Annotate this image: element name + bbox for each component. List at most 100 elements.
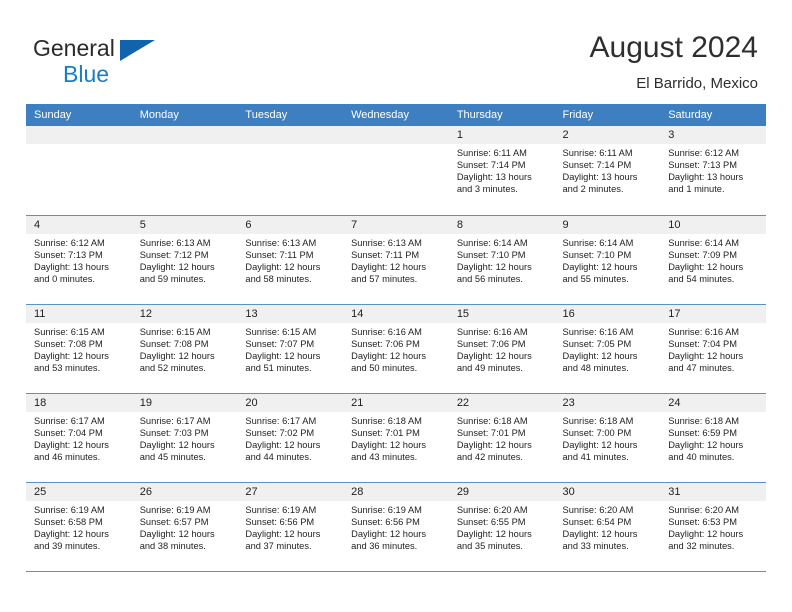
calendar-day-cell[interactable]: 19 Sunrise: 6:17 AM Sunset: 7:03 PM Dayligh… <box>131 393 238 483</box>
day-number: 20 <box>237 393 344 412</box>
daylight-text-line1: Daylight: 12 hours <box>245 261 321 272</box>
sunrise-text: Sunrise: 6:20 AM <box>668 504 740 515</box>
calendar-day-cell[interactable]: 15 Sunrise: 6:16 AM Sunset: 7:06 PM Dayligh… <box>448 304 555 394</box>
daylight-text-line2: and 47 minutes. <box>668 362 735 373</box>
day-sun-info: Sunrise: 6:16 AM Sunset: 7:06 PM Daylight:… <box>449 323 555 374</box>
sunset-text: Sunset: 7:12 PM <box>139 249 209 260</box>
calendar-day-cell[interactable]: 31 Sunrise: 6:20 AM Sunset: 6:53 PM Dayligh… <box>660 482 766 572</box>
calendar-day-cell[interactable]: 22 Sunrise: 6:18 AM Sunset: 7:01 PM Dayligh… <box>448 393 555 483</box>
daylight-text-line1: Daylight: 12 hours <box>139 439 215 450</box>
calendar-day-cell[interactable]: 24 Sunrise: 6:18 AM Sunset: 6:59 PM Dayligh… <box>660 393 766 483</box>
calendar-day-cell[interactable]: 26 Sunrise: 6:19 AM Sunset: 6:57 PM Dayligh… <box>131 482 238 572</box>
day-sun-info: Sunrise: 6:19 AM Sunset: 6:56 PM Daylight:… <box>343 501 449 552</box>
daylight-text-line1: Daylight: 12 hours <box>139 350 215 361</box>
logo-line-two: Blue <box>33 60 263 88</box>
calendar-header-row: Sunday Monday Tuesday Wednesday Thursday… <box>26 104 766 126</box>
sunset-text: Sunset: 6:56 PM <box>245 516 315 527</box>
page-subtitle: El Barrido, Mexico <box>636 75 758 92</box>
calendar-table: Sunday Monday Tuesday Wednesday Thursday… <box>26 104 766 572</box>
day-number <box>343 126 449 144</box>
calendar-day-cell[interactable]: 11 Sunrise: 6:15 AM Sunset: 7:08 PM Dayligh… <box>26 304 132 394</box>
day-number: 2 <box>554 126 661 144</box>
sunset-text: Sunset: 7:08 PM <box>139 338 209 349</box>
daylight-text-line2: and 48 minutes. <box>562 362 629 373</box>
calendar-day-cell[interactable]: 27 Sunrise: 6:19 AM Sunset: 6:56 PM Dayligh… <box>237 482 344 572</box>
daylight-text-line2: and 43 minutes. <box>351 451 418 462</box>
calendar-day-cell[interactable]: 21 Sunrise: 6:18 AM Sunset: 7:01 PM Dayligh… <box>343 393 449 483</box>
daylight-text-line2: and 35 minutes. <box>456 540 523 551</box>
sunrise-text: Sunrise: 6:16 AM <box>351 326 422 337</box>
daylight-text-line2: and 59 minutes. <box>139 273 206 284</box>
calendar-day-cell[interactable]: 13 Sunrise: 6:15 AM Sunset: 7:07 PM Dayligh… <box>237 304 344 394</box>
sunrise-text: Sunrise: 6:12 AM <box>668 148 740 158</box>
logo-word-blue: Blue <box>63 61 110 87</box>
day-number: 17 <box>660 304 766 323</box>
calendar-day-cell[interactable]: 20 Sunrise: 6:17 AM Sunset: 7:02 PM Dayligh… <box>237 393 344 483</box>
daylight-text-line2: and 58 minutes. <box>245 273 312 284</box>
calendar-day-cell[interactable]: 10 Sunrise: 6:14 AM Sunset: 7:09 PM Dayligh… <box>660 215 766 305</box>
calendar-day-cell[interactable]: 7 Sunrise: 6:13 AM Sunset: 7:11 PM Daylight… <box>343 215 449 305</box>
day-number: 11 <box>26 304 132 323</box>
daylight-text-line1: Daylight: 12 hours <box>562 261 638 272</box>
day-number: 14 <box>343 304 449 323</box>
day-sun-info: Sunrise: 6:15 AM Sunset: 7:07 PM Daylight:… <box>237 323 343 374</box>
daylight-text-line1: Daylight: 12 hours <box>668 439 744 450</box>
daylight-text-line1: Daylight: 12 hours <box>456 350 532 361</box>
weekday-header-monday: Monday <box>131 104 238 126</box>
calendar-day-cell[interactable]: 29 Sunrise: 6:20 AM Sunset: 6:55 PM Dayligh… <box>448 482 555 572</box>
daylight-text-line2: and 42 minutes. <box>456 451 523 462</box>
daylight-text-line2: and 52 minutes. <box>139 362 206 373</box>
calendar-day-cell[interactable]: 12 Sunrise: 6:15 AM Sunset: 7:08 PM Dayligh… <box>131 304 238 394</box>
calendar-day-cell[interactable]: 5 Sunrise: 6:13 AM Sunset: 7:12 PM Daylight… <box>131 215 238 305</box>
calendar-day-cell[interactable]: 1 Sunrise: 6:11 AM Sunset: 7:14 PM Daylight… <box>448 126 555 216</box>
calendar-day-cell[interactable]: 25 Sunrise: 6:19 AM Sunset: 6:58 PM Dayligh… <box>26 482 132 572</box>
sunset-text: Sunset: 7:13 PM <box>668 160 737 171</box>
calendar-week-row: 4 Sunrise: 6:12 AM Sunset: 7:13 PM Daylight… <box>26 215 766 305</box>
calendar-day-cell[interactable]: 16 Sunrise: 6:16 AM Sunset: 7:05 PM Dayligh… <box>554 304 661 394</box>
sunrise-text: Sunrise: 6:13 AM <box>351 237 422 248</box>
day-sun-info: Sunrise: 6:13 AM Sunset: 7:11 PM Daylight:… <box>237 234 343 285</box>
calendar-day-cell[interactable]: 17 Sunrise: 6:16 AM Sunset: 7:04 PM Dayligh… <box>660 304 766 394</box>
day-number: 26 <box>131 482 238 501</box>
day-sun-info: Sunrise: 6:17 AM Sunset: 7:04 PM Daylight:… <box>26 412 132 463</box>
calendar-day-cell[interactable]: 9 Sunrise: 6:14 AM Sunset: 7:10 PM Daylight… <box>554 215 661 305</box>
daylight-text-line2: and 56 minutes. <box>456 273 523 284</box>
calendar-day-cell[interactable]: 4 Sunrise: 6:12 AM Sunset: 7:13 PM Daylight… <box>26 215 132 305</box>
day-number: 21 <box>343 393 449 412</box>
calendar-day-cell[interactable]: 30 Sunrise: 6:20 AM Sunset: 6:54 PM Dayligh… <box>554 482 661 572</box>
day-number: 27 <box>237 482 344 501</box>
sunrise-text: Sunrise: 6:12 AM <box>34 237 105 248</box>
sunrise-text: Sunrise: 6:13 AM <box>245 237 317 248</box>
calendar-day-cell[interactable]: 8 Sunrise: 6:14 AM Sunset: 7:10 PM Daylight… <box>448 215 555 305</box>
daylight-text-line1: Daylight: 12 hours <box>668 261 744 272</box>
day-number: 23 <box>554 393 661 412</box>
daylight-text-line2: and 53 minutes. <box>34 362 101 373</box>
calendar-day-cell[interactable]: 14 Sunrise: 6:16 AM Sunset: 7:06 PM Dayligh… <box>343 304 449 394</box>
day-number: 12 <box>131 304 238 323</box>
calendar-day-cell-empty <box>343 126 449 216</box>
calendar-day-cell[interactable]: 18 Sunrise: 6:17 AM Sunset: 7:04 PM Dayligh… <box>26 393 132 483</box>
calendar-day-cell[interactable]: 28 Sunrise: 6:19 AM Sunset: 6:56 PM Dayligh… <box>343 482 449 572</box>
sunrise-text: Sunrise: 6:20 AM <box>456 504 528 515</box>
weekday-header-wednesday: Wednesday <box>343 104 449 126</box>
daylight-text-line2: and 1 minute. <box>668 184 725 195</box>
sunset-text: Sunset: 7:14 PM <box>456 160 526 171</box>
daylight-text-line1: Daylight: 12 hours <box>562 528 638 539</box>
calendar-day-cell[interactable]: 23 Sunrise: 6:18 AM Sunset: 7:00 PM Dayligh… <box>554 393 661 483</box>
sunrise-text: Sunrise: 6:18 AM <box>668 415 740 426</box>
weekday-header-friday: Friday <box>554 104 661 126</box>
day-sun-info: Sunrise: 6:14 AM Sunset: 7:09 PM Daylight:… <box>660 234 766 285</box>
calendar-day-cell[interactable]: 3 Sunrise: 6:12 AM Sunset: 7:13 PM Daylight… <box>660 126 766 216</box>
calendar-day-cell[interactable]: 2 Sunrise: 6:11 AM Sunset: 7:14 PM Daylight… <box>554 126 661 216</box>
day-number: 5 <box>131 215 238 234</box>
day-sun-info: Sunrise: 6:17 AM Sunset: 7:02 PM Daylight:… <box>237 412 343 463</box>
sunset-text: Sunset: 6:55 PM <box>456 516 526 527</box>
sunrise-text: Sunrise: 6:16 AM <box>668 326 740 337</box>
day-sun-info: Sunrise: 6:18 AM Sunset: 7:00 PM Daylight:… <box>555 412 661 463</box>
daylight-text-line1: Daylight: 12 hours <box>245 528 321 539</box>
calendar-day-cell[interactable]: 6 Sunrise: 6:13 AM Sunset: 7:11 PM Daylight… <box>237 215 344 305</box>
daylight-text-line1: Daylight: 12 hours <box>139 261 215 272</box>
daylight-text-line1: Daylight: 12 hours <box>139 528 215 539</box>
general-blue-logo[interactable]: General Blue <box>33 34 263 90</box>
sunset-text: Sunset: 7:10 PM <box>456 249 526 260</box>
